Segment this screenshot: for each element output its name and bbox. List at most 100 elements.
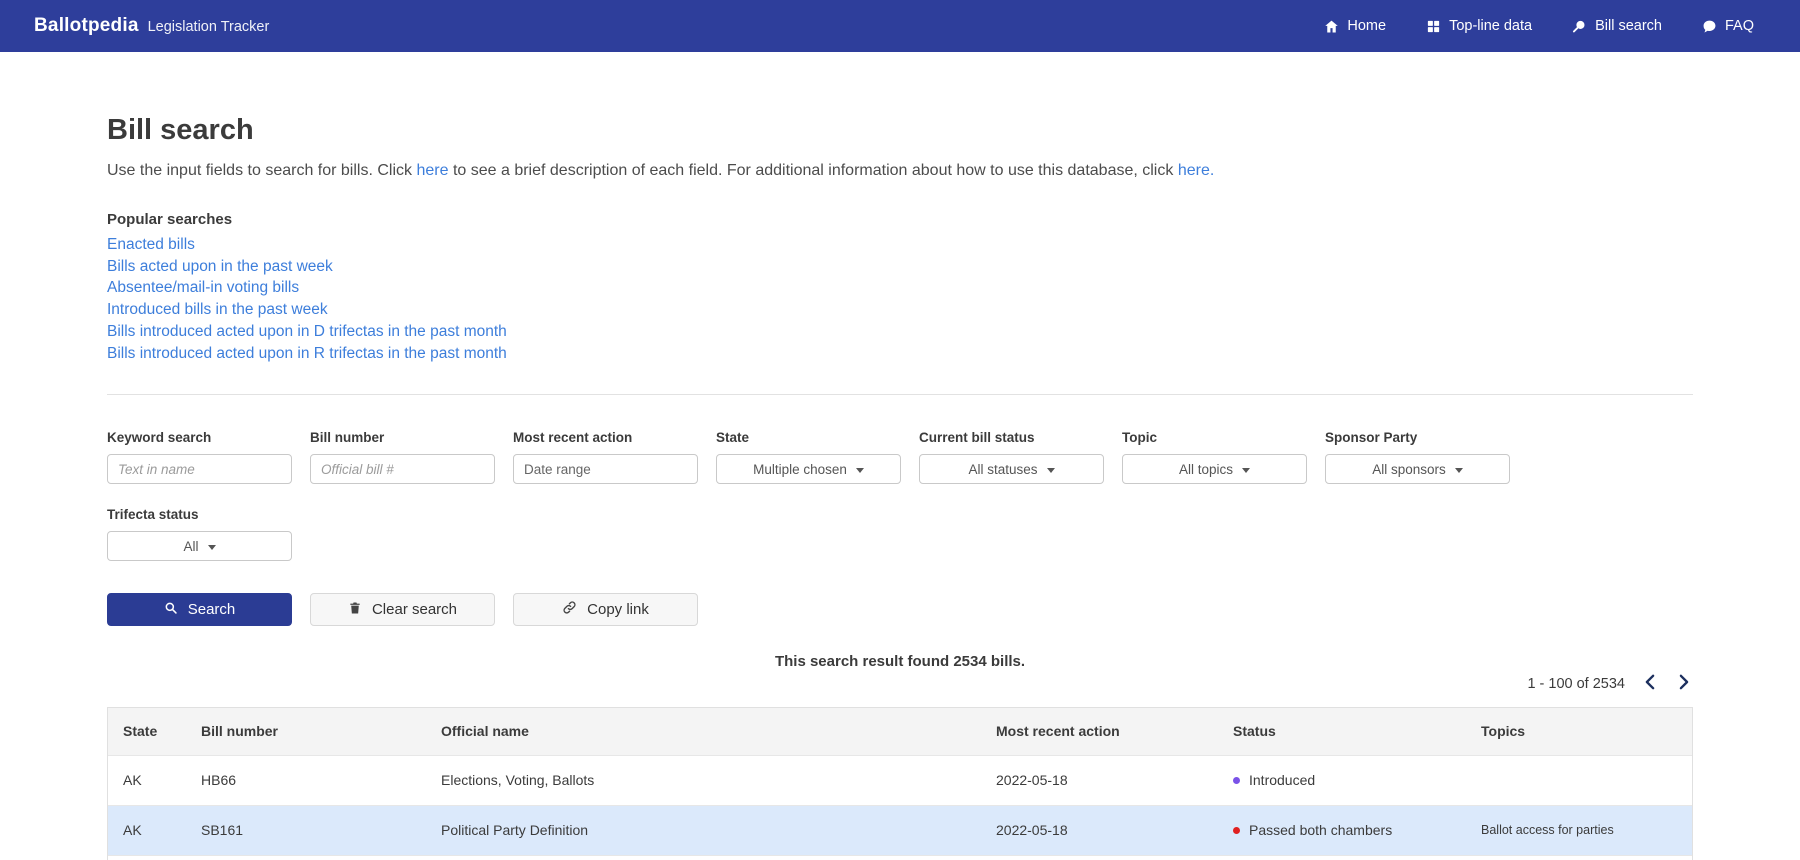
clear-search-button-label: Clear search: [371, 601, 458, 619]
nav-item-faq[interactable]: FAQ: [1702, 18, 1754, 34]
column-header-topics: Topics: [1481, 723, 1526, 740]
filter-label: Topic: [1122, 430, 1157, 446]
cell-state: AK: [123, 822, 142, 839]
table-row[interactable]: AK SB39 Ballot Custody/tampering; Voter …: [108, 855, 1692, 860]
status-label: Passed both chambers: [1249, 822, 1393, 839]
pagination: 1 - 100 of 2534: [107, 672, 1693, 695]
cell-bill-number: SB161: [201, 822, 244, 839]
section-divider: [107, 394, 1693, 396]
intro-part2: to see a brief description of each field…: [448, 162, 1178, 179]
copy-link-button-label: Copy link: [587, 601, 649, 619]
popular-link-acted-past-week[interactable]: Bills acted upon in the past week: [107, 256, 1693, 278]
copy-link-button[interactable]: Copy link: [513, 593, 698, 627]
popular-link-introduced-past-week[interactable]: Introduced bills in the past week: [107, 299, 1693, 321]
nav-item-label: Bill search: [1595, 18, 1662, 34]
nav-item-topline-data[interactable]: Top-line data: [1426, 18, 1532, 34]
chevron-right-icon: [1677, 674, 1691, 693]
popular-link-enacted-bills[interactable]: Enacted bills: [107, 234, 1693, 256]
trifecta-status-select[interactable]: All: [107, 531, 292, 562]
cell-official-name: Elections, Voting, Ballots: [441, 772, 595, 789]
status-dot-icon: [1233, 826, 1240, 834]
select-value: All: [183, 538, 199, 554]
popular-link-absentee-voting[interactable]: Absentee/mail-in voting bills: [107, 277, 1693, 299]
sponsor-party-select[interactable]: All sponsors: [1325, 454, 1510, 485]
cell-state: AK: [108, 855, 186, 860]
filter-keyword: Keyword search: [107, 430, 292, 485]
filters-section: Keyword search Bill number Most recent a…: [107, 430, 1693, 562]
status-label: Introduced: [1249, 772, 1316, 789]
popular-searches-heading: Popular searches: [107, 211, 233, 228]
brand[interactable]: Ballotpedia Legislation Tracker: [34, 15, 269, 37]
filter-bill-status: Current bill status All statuses: [919, 430, 1104, 485]
status-dot-icon: [1233, 776, 1240, 784]
keyword-search-input[interactable]: [107, 454, 292, 485]
filter-bill-number: Bill number: [310, 430, 495, 485]
brand-name: Ballotpedia: [34, 15, 139, 36]
nav-item-label: FAQ: [1724, 18, 1754, 34]
table-row[interactable]: AK HB66 Elections, Voting, Ballots 2022-…: [108, 755, 1692, 806]
select-value: All sponsors: [1372, 461, 1446, 477]
chevron-down-icon: [1242, 467, 1251, 473]
filter-label: Trifecta status: [107, 507, 199, 523]
cell-most-recent-action: 2022-05-18: [996, 822, 1068, 839]
nav-item-bill-search[interactable]: Bill search: [1572, 18, 1662, 34]
search-icon: [164, 601, 178, 619]
status-badge: Passed both chambers: [1233, 822, 1466, 838]
search-button[interactable]: Search: [107, 593, 292, 627]
bill-status-select[interactable]: All statuses: [919, 454, 1104, 485]
filter-label: Sponsor Party: [1325, 430, 1418, 446]
cell-topics: [1466, 755, 1692, 805]
cell-most-recent-action: 2022-05-03: [981, 855, 1218, 860]
results-count-number: 2534: [953, 653, 987, 671]
table-header-row: State Bill number Official name Most rec…: [108, 708, 1692, 756]
nav-item-label: Home: [1347, 18, 1387, 34]
popular-searches-list: Enacted bills Bills acted upon in the pa…: [107, 234, 1693, 364]
filter-label: Keyword search: [107, 430, 212, 446]
select-value: All topics: [1178, 461, 1234, 477]
filter-trifecta-status: Trifecta status All: [107, 507, 292, 562]
nav-item-home[interactable]: Home: [1324, 18, 1386, 34]
filter-sponsor-party: Sponsor Party All sponsors: [1325, 430, 1510, 485]
state-select[interactable]: Multiple chosen: [716, 454, 901, 485]
main-content: Bill search Use the input fields to sear…: [0, 114, 1800, 860]
filter-state: State Multiple chosen: [716, 430, 901, 485]
table-row[interactable]: AK SB161 Political Party Definition 2022…: [108, 805, 1692, 856]
filter-label: Bill number: [310, 430, 385, 446]
link-icon: [562, 600, 577, 619]
filter-recent-action: Most recent action: [513, 430, 698, 485]
popular-link-d-trifectas[interactable]: Bills introduced acted upon in D trifect…: [107, 321, 1693, 343]
column-header-state: State: [123, 723, 158, 740]
filter-label: Current bill status: [919, 430, 1035, 446]
database-help-link[interactable]: here.: [1178, 162, 1214, 179]
column-header-bill-number: Bill number: [201, 723, 279, 740]
next-page-button[interactable]: [1675, 672, 1693, 695]
cell-official-name: Ballot Custody/tampering; Voter Reg; Mai…: [426, 855, 981, 860]
cell-state: AK: [123, 772, 142, 789]
intro-text: Use the input fields to search for bills…: [107, 162, 1693, 180]
brand-subtitle: Legislation Tracker: [147, 19, 270, 35]
results-suffix: bills.: [986, 653, 1026, 671]
column-header-official-name: Official name: [441, 723, 529, 740]
search-button-label: Search: [187, 601, 236, 619]
bill-number-input[interactable]: [310, 454, 495, 485]
chevron-down-icon: [855, 467, 864, 473]
filter-label: Most recent action: [513, 430, 633, 446]
clear-search-button[interactable]: Clear search: [310, 593, 495, 627]
field-description-link[interactable]: here: [416, 162, 448, 179]
cell-topics: [1466, 855, 1692, 860]
trash-icon: [348, 601, 362, 619]
column-header-status: Status: [1233, 723, 1276, 740]
home-icon: [1324, 19, 1339, 34]
action-buttons: Search Clear search Copy link: [107, 593, 1693, 627]
previous-page-button[interactable]: [1641, 672, 1659, 695]
topic-select[interactable]: All topics: [1122, 454, 1307, 485]
chevron-down-icon: [1046, 467, 1055, 473]
select-value: All statuses: [968, 461, 1038, 477]
grid-icon: [1426, 19, 1441, 34]
date-range-input[interactable]: [513, 454, 698, 485]
page-title: Bill search: [107, 114, 254, 146]
cell-bill-number: HB66: [201, 772, 237, 789]
popular-link-r-trifectas[interactable]: Bills introduced acted upon in R trifect…: [107, 343, 1693, 365]
top-nav: Ballotpedia Legislation Tracker Home Top…: [0, 0, 1800, 52]
results-count: This search result found 2534 bills.: [107, 653, 1693, 670]
